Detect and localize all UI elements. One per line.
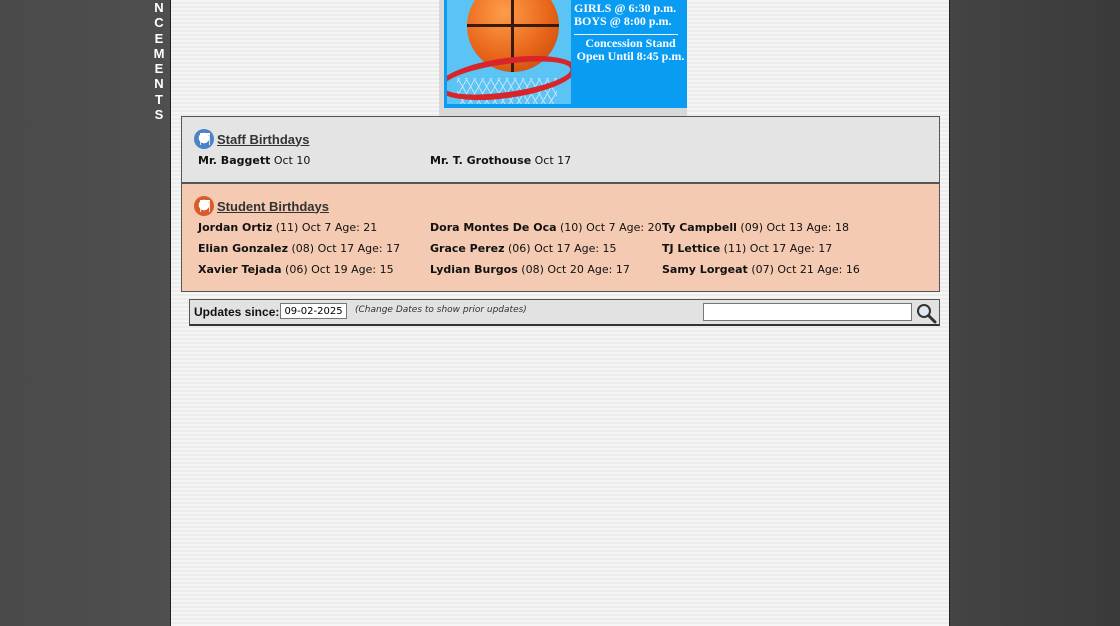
updates-hint: (Change Dates to show prior updates) <box>355 305 527 315</box>
banner-text: GIRLS @ 6:30 p.m. BOYS @ 8:00 p.m. Conce… <box>574 2 687 63</box>
list-item: Ty Campbell (09) Oct 13 Age: 18 <box>662 221 849 234</box>
list-item: Xavier Tejada (06) Oct 19 Age: 15 <box>198 263 394 276</box>
vertical-letter: N <box>154 0 164 15</box>
banner-divider <box>574 34 678 35</box>
list-item: TJ Lettice (11) Oct 17 Age: 17 <box>662 242 833 255</box>
list-item: Grace Perez (06) Oct 17 Age: 15 <box>430 242 617 255</box>
search-input[interactable] <box>703 303 912 321</box>
student-birthdays-header: Student Birthdays <box>194 196 329 216</box>
basketball-image <box>447 0 571 104</box>
staff-birthdays-link[interactable]: Staff Birthdays <box>217 132 309 147</box>
vertical-letter: E <box>154 30 164 46</box>
search-icon[interactable] <box>915 302 937 324</box>
vertical-letter: M <box>153 45 165 61</box>
student-birthdays-panel: Student Birthdays Jordan Ortiz (11) Oct … <box>181 183 940 292</box>
announcements-vertical-label: N C E M E N T S <box>153 0 165 122</box>
banner-boys-time: BOYS @ 8:00 p.m. <box>574 14 672 28</box>
student-birthdays-link[interactable]: Student Birthdays <box>217 199 329 214</box>
list-item: Dora Montes De Oca (10) Oct 7 Age: 20 <box>430 221 662 234</box>
list-item: Elian Gonzalez (08) Oct 17 Age: 17 <box>198 242 401 255</box>
birthday-cake-icon <box>194 129 214 149</box>
list-item: Mr. T. Grothouse Oct 17 <box>430 154 572 167</box>
list-item: Samy Lorgeat (07) Oct 21 Age: 16 <box>662 263 860 276</box>
basketball-banner[interactable]: GIRLS @ 6:30 p.m. BOYS @ 8:00 p.m. Conce… <box>444 0 687 108</box>
vertical-letter: E <box>154 61 164 77</box>
vertical-letter: C <box>154 15 164 31</box>
birthday-cake-icon <box>194 196 214 216</box>
list-item: Mr. Baggett Oct 10 <box>198 154 311 167</box>
updates-date-field[interactable] <box>280 303 347 319</box>
banner-concession-hours: Open Until 8:45 p.m. <box>576 49 685 63</box>
list-item: Jordan Ortiz (11) Oct 7 Age: 21 <box>198 221 378 234</box>
updates-bar: Updates since: (Change Dates to show pri… <box>189 299 940 326</box>
list-item: Lydian Burgos (08) Oct 20 Age: 17 <box>430 263 630 276</box>
vertical-letter: S <box>154 107 164 123</box>
updates-since-label: Updates since: <box>194 305 280 319</box>
staff-birthdays-panel: Staff Birthdays Mr. Baggett Oct 10 Mr. T… <box>181 116 940 183</box>
staff-birthdays-header: Staff Birthdays <box>194 129 309 149</box>
vertical-letter: N <box>154 76 164 92</box>
vertical-letter: T <box>155 91 163 107</box>
